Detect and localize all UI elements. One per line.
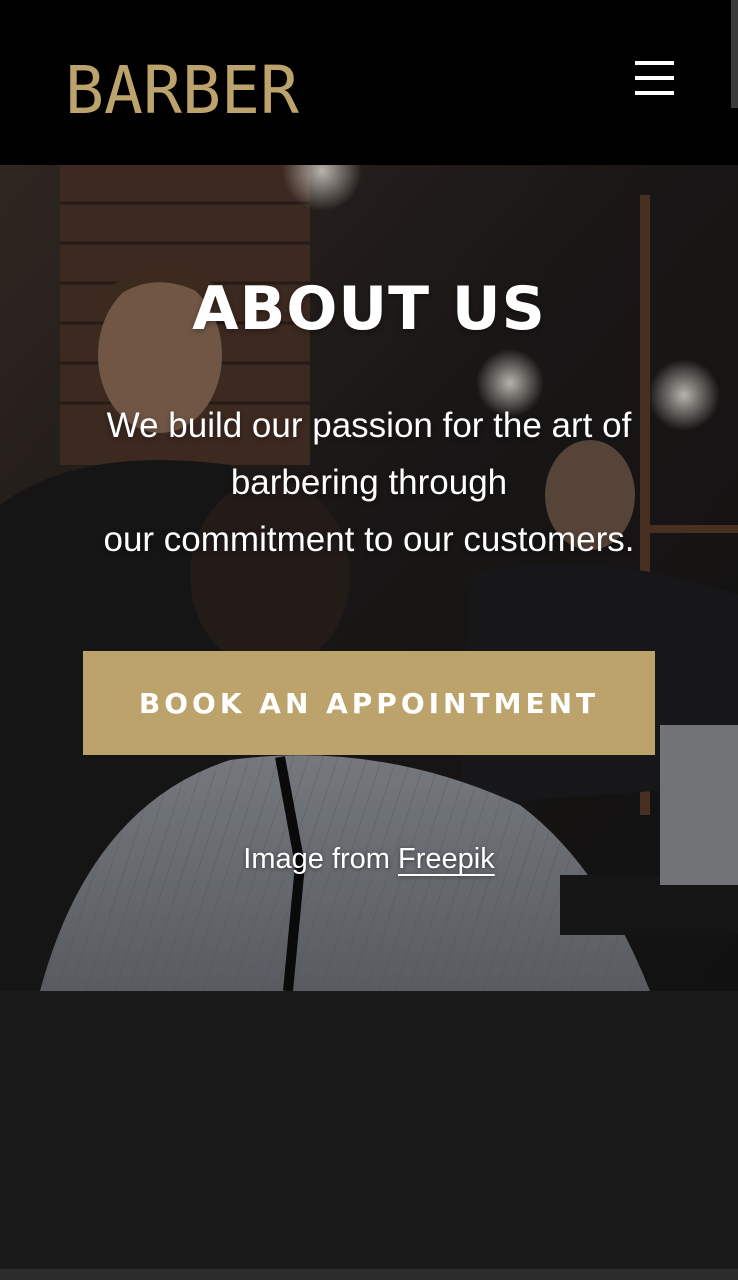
logo-text: BARBER bbox=[65, 52, 299, 118]
freepik-link[interactable]: Freepik bbox=[398, 843, 495, 875]
menu-line bbox=[635, 61, 674, 65]
hamburger-menu-icon[interactable] bbox=[626, 56, 682, 104]
book-appointment-button[interactable]: BOOK AN APPOINTMENT bbox=[83, 651, 655, 755]
scrollbar[interactable] bbox=[731, 0, 738, 108]
hero-description-line: our commitment to our customers. bbox=[103, 520, 635, 559]
image-credit: Image from Freepik bbox=[0, 841, 738, 877]
bottom-bar bbox=[0, 1269, 738, 1280]
page-title: ABOUT US bbox=[192, 274, 546, 344]
site-header: BARBER bbox=[0, 0, 738, 165]
hero-description-line: We build our passion for the art of bbox=[106, 406, 632, 445]
menu-line bbox=[635, 76, 674, 80]
about-hero: ABOUT US We build our passion for the ar… bbox=[0, 165, 738, 991]
barber-logo[interactable]: BARBER bbox=[64, 42, 300, 118]
image-credit-prefix: Image from bbox=[243, 843, 398, 875]
menu-line bbox=[635, 91, 674, 95]
hero-description-line: barbering through bbox=[230, 463, 508, 502]
page: BARBER ABOUT US We build our passion for… bbox=[0, 0, 738, 1280]
hero-description: We build our passion for the art of barb… bbox=[40, 397, 698, 568]
